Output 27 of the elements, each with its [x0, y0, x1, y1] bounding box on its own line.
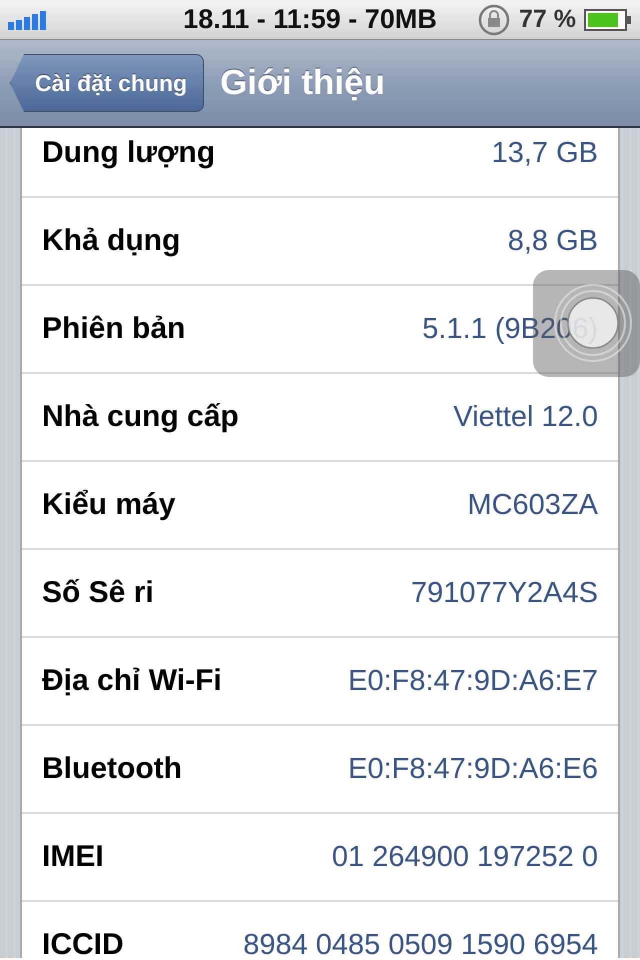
status-text: 18.11 - 11:59 - 70MB	[183, 4, 437, 34]
row-value: Viettel 12.0	[453, 400, 598, 434]
row-label: ICCID	[42, 928, 124, 958]
nav-title: Giới thiệu	[220, 63, 385, 103]
battery-icon	[584, 8, 632, 30]
battery-percent: 77 %	[519, 5, 576, 34]
row-value: 13,7 GB	[492, 136, 598, 170]
row-label: Bluetooth	[42, 752, 182, 786]
row-value: 791077Y2A4S	[410, 576, 598, 610]
row-label: Khả dụng	[42, 224, 180, 258]
rotation-lock-icon	[477, 2, 512, 36]
row-label: Kiểu máy	[42, 488, 176, 522]
row-value: 01 264900 197252 0	[332, 840, 598, 874]
row-label: Địa chỉ Wi-Fi	[42, 664, 222, 698]
row-value: E0:F8:47:9D:A6:E7	[348, 664, 598, 698]
row-label: IMEI	[42, 840, 104, 874]
row-label: Phiên bản	[42, 312, 186, 346]
signal-icon	[8, 10, 48, 30]
row-value: MC603ZA	[467, 488, 598, 522]
row-label: Dung lượng	[42, 136, 216, 170]
row-value: E0:F8:47:9D:A6:E6	[348, 752, 598, 786]
row-label: Số Sê ri	[42, 576, 154, 610]
row-label: Nhà cung cấp	[42, 400, 239, 434]
row-value: 8,8 GB	[508, 224, 598, 258]
row-value: 8984 0485 0509 1590 6954	[243, 928, 598, 958]
row-value: 5.1.1 (9B206)	[422, 312, 598, 346]
back-button[interactable]: Cài đặt chung	[10, 54, 204, 112]
